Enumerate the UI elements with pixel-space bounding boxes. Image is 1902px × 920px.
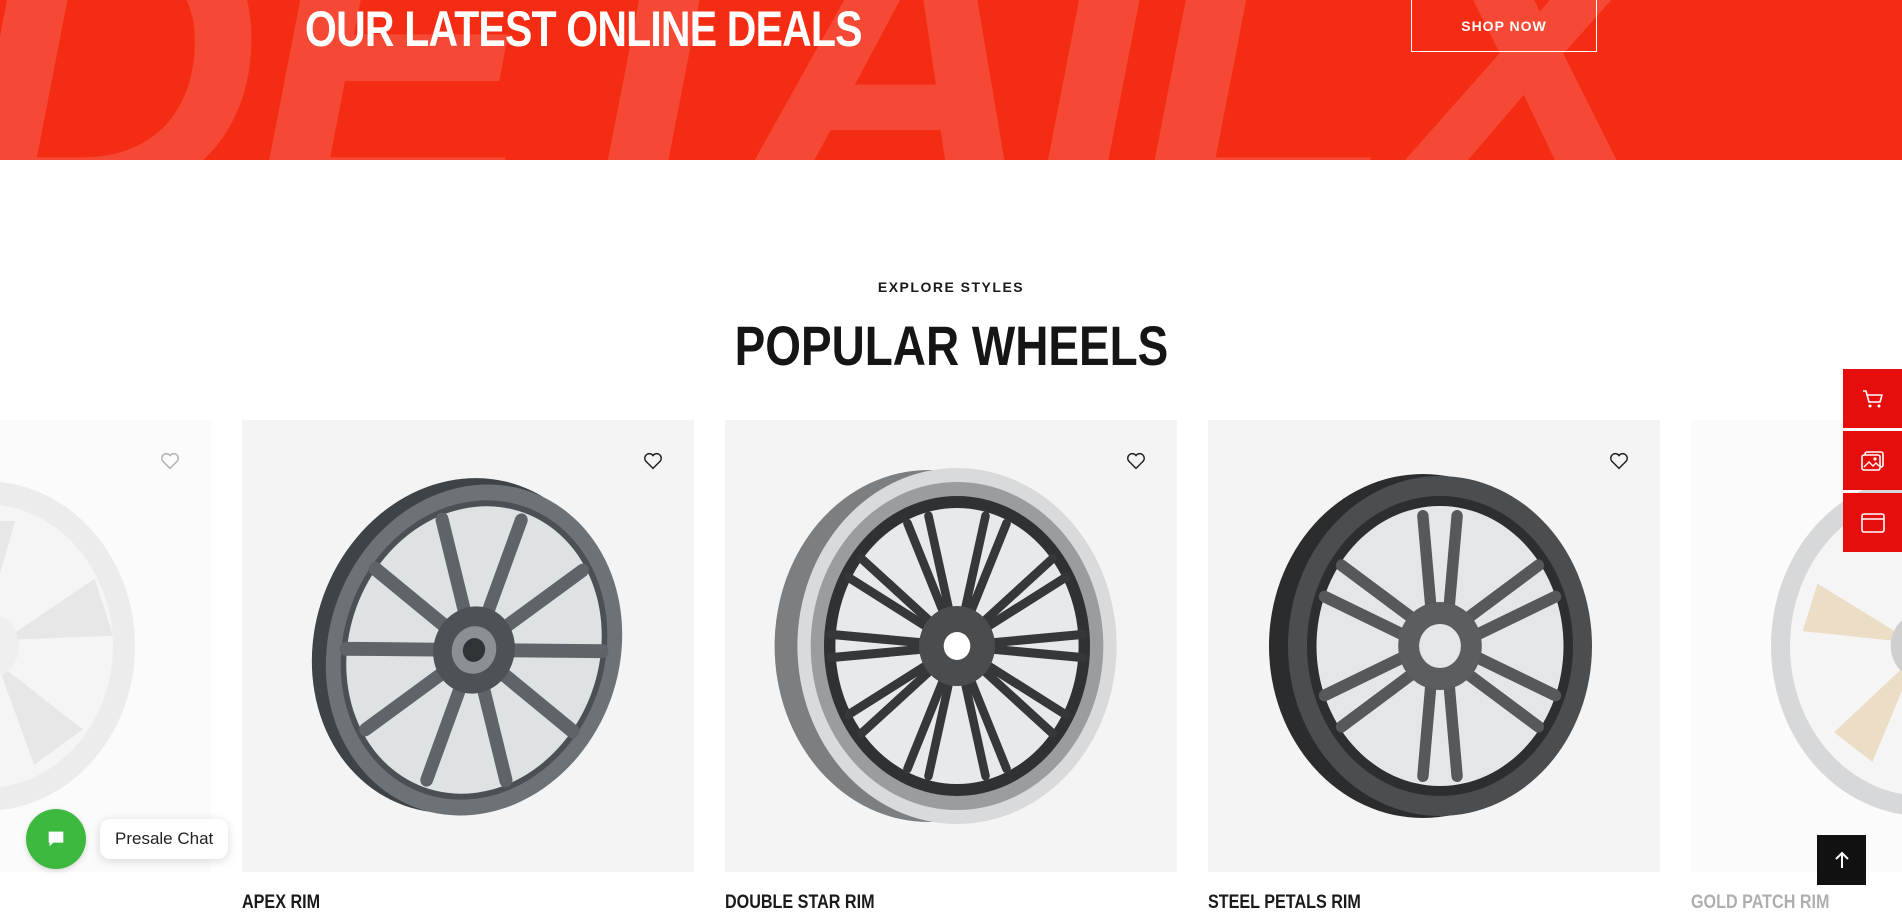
presale-chat-label[interactable]: Presale Chat (100, 819, 229, 859)
product-name[interactable]: GOLD PATCH RIM (1691, 892, 1829, 914)
wheel-ten-spoke-image[interactable] (242, 420, 694, 872)
gallery-icon (1860, 450, 1884, 471)
product-card[interactable]: DOUBLE STAR RIM (725, 420, 1177, 920)
section-heading-text: POPULAR WHEELS (734, 314, 1168, 377)
product-card[interactable]: APEX RIM (242, 420, 694, 920)
browser-button[interactable] (1843, 493, 1902, 552)
wishlist-heart-icon[interactable] (159, 450, 181, 472)
wheel-split-spoke-image[interactable] (1208, 420, 1660, 872)
section-heading: POPULAR WHEELS (0, 315, 1902, 377)
banner-title: OUR LATEST ONLINE DEALS (305, 1, 862, 57)
browser-window-icon (1860, 512, 1885, 533)
presale-chat-button[interactable] (26, 809, 86, 869)
shop-now-button[interactable]: SHOP NOW (1411, 0, 1597, 52)
section-eyebrow: EXPLORE STYLES (877, 279, 1025, 295)
side-toolbar (1843, 369, 1902, 555)
wishlist-heart-icon[interactable] (642, 450, 664, 472)
product-name[interactable]: STEEL PETALS RIM (1208, 892, 1361, 914)
arrow-up-icon (1834, 851, 1849, 868)
cart-icon (1862, 389, 1883, 407)
scroll-to-top-button[interactable] (1817, 835, 1866, 885)
product-name[interactable]: DOUBLE STAR RIM (725, 892, 875, 914)
wishlist-heart-icon[interactable] (1608, 450, 1630, 472)
gallery-button[interactable] (1843, 431, 1902, 490)
wheel-mesh-image[interactable] (725, 420, 1177, 872)
product-name[interactable]: APEX RIM (242, 892, 320, 914)
promo-banner: DETAILX OUR LATEST ONLINE DEALS SHOP NOW (0, 0, 1902, 160)
wishlist-heart-icon[interactable] (1125, 450, 1147, 472)
wheel-silver-image[interactable] (0, 420, 211, 872)
product-card[interactable]: STEEL PETALS RIM (1208, 420, 1660, 920)
cart-button[interactable] (1843, 369, 1902, 428)
chat-bubble-icon (48, 831, 64, 847)
